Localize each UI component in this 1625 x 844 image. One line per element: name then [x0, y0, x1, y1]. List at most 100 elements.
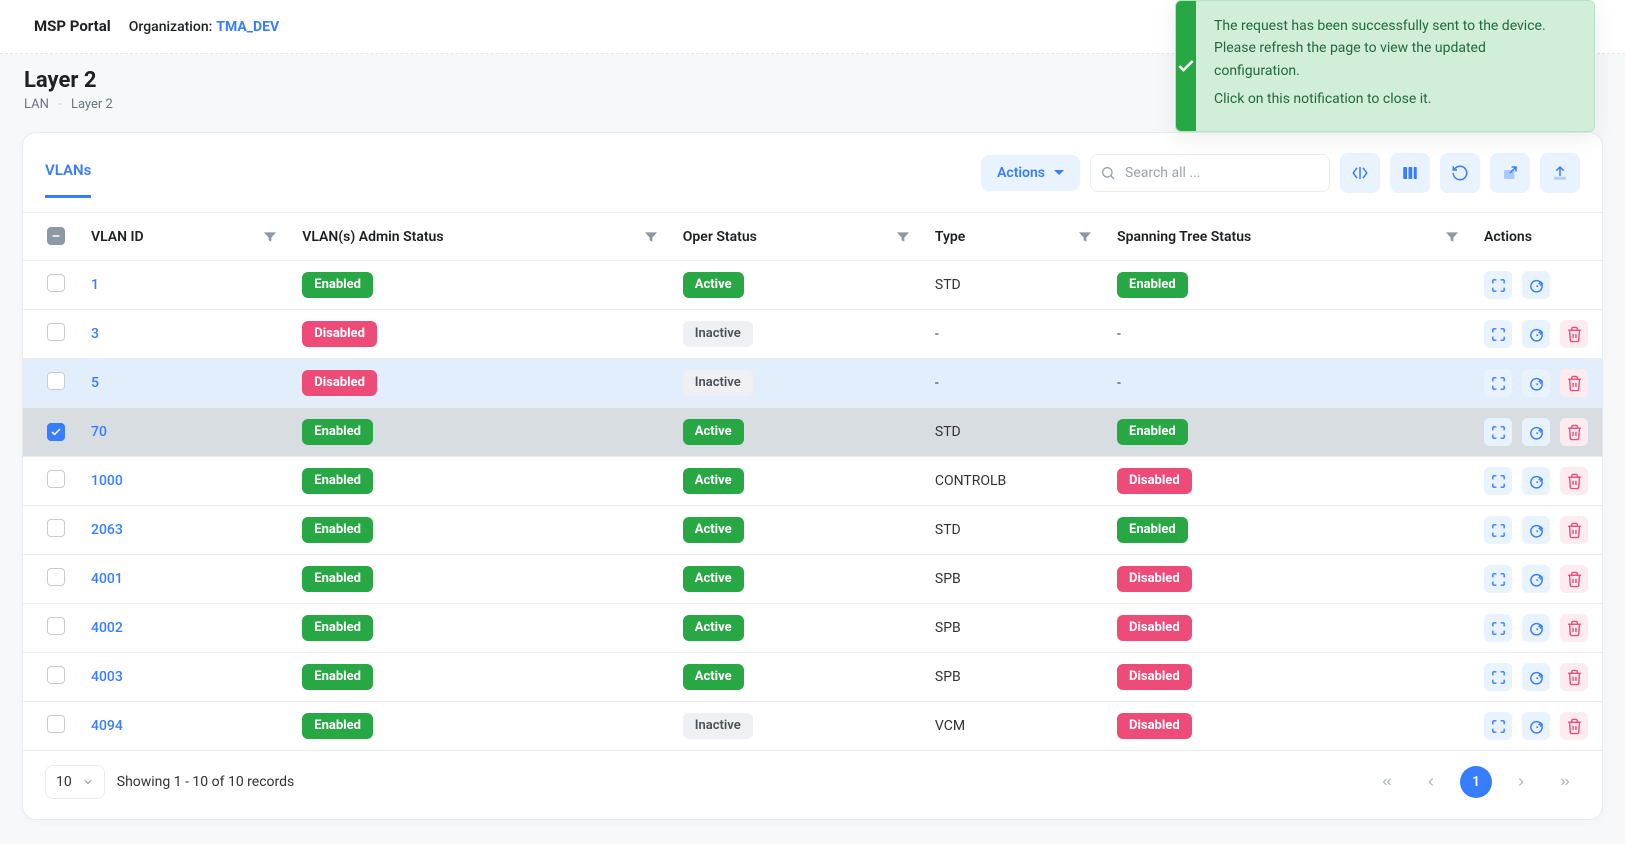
row-delete-button[interactable] — [1560, 320, 1588, 348]
row-edit-button[interactable] — [1522, 320, 1550, 348]
table-row[interactable]: 3 Disabled Inactive - - — [23, 310, 1602, 359]
table-row[interactable]: 1 Enabled Active STD Enabled — [23, 261, 1602, 310]
table-row[interactable]: 1000 Enabled Active CONTROLB Disabled — [23, 457, 1602, 506]
row-edit-button[interactable] — [1522, 418, 1550, 446]
col-oper-status[interactable]: Oper Status — [683, 229, 757, 245]
vlan-id-link[interactable]: 5 — [91, 375, 99, 391]
col-admin-status[interactable]: VLAN(s) Admin Status — [302, 229, 443, 245]
page-size-select[interactable]: 10 — [45, 765, 105, 799]
table-row[interactable]: 4002 Enabled Active SPB Disabled — [23, 604, 1602, 653]
row-expand-button[interactable] — [1484, 663, 1512, 691]
row-expand-button[interactable] — [1484, 565, 1512, 593]
table-row[interactable]: 4001 Enabled Active SPB Disabled — [23, 555, 1602, 604]
status-badge: Active — [683, 566, 744, 592]
row-expand-button[interactable] — [1484, 712, 1512, 740]
row-edit-button[interactable] — [1522, 565, 1550, 593]
export-button[interactable] — [1490, 153, 1530, 193]
filter-icon[interactable] — [1077, 229, 1093, 245]
cell-type: STD — [935, 277, 961, 293]
row-checkbox[interactable] — [47, 372, 65, 390]
breadcrumb-separator: - — [58, 97, 62, 112]
status-badge: Active — [683, 272, 744, 298]
table-row[interactable]: 2063 Enabled Active STD Enabled — [23, 506, 1602, 555]
row-delete-button[interactable] — [1560, 614, 1588, 642]
portal-name[interactable]: MSP Portal — [34, 17, 111, 35]
actions-dropdown[interactable]: Actions — [981, 155, 1080, 191]
row-checkbox[interactable] — [47, 715, 65, 733]
row-delete-button[interactable] — [1560, 467, 1588, 495]
filter-icon[interactable] — [262, 229, 278, 245]
upload-button[interactable] — [1540, 153, 1580, 193]
row-delete-button[interactable] — [1560, 516, 1588, 544]
columns-button[interactable] — [1390, 153, 1430, 193]
row-checkbox[interactable] — [47, 568, 65, 586]
search-input[interactable] — [1090, 154, 1330, 192]
vlan-id-link[interactable]: 4003 — [91, 669, 123, 685]
vlan-id-link[interactable]: 4001 — [91, 571, 123, 587]
table-footer: 10 Showing 1 - 10 of 10 records 1 — [23, 751, 1602, 799]
row-delete-button[interactable] — [1560, 565, 1588, 593]
pager-last[interactable] — [1550, 767, 1580, 797]
row-expand-button[interactable] — [1484, 418, 1512, 446]
tab-vlans[interactable]: VLANs — [45, 147, 91, 198]
row-expand-button[interactable] — [1484, 614, 1512, 642]
pagination: 1 — [1372, 766, 1580, 798]
page-size-value: 10 — [56, 774, 72, 790]
filter-icon[interactable] — [1444, 229, 1460, 245]
table-row[interactable]: 70 Enabled Active STD Enabled — [23, 408, 1602, 457]
row-delete-button[interactable] — [1560, 712, 1588, 740]
row-checkbox[interactable] — [47, 666, 65, 684]
success-toast[interactable]: The request has been successfully sent t… — [1175, 0, 1595, 132]
pager-page-current[interactable]: 1 — [1460, 766, 1492, 798]
cell-type: VCM — [935, 718, 965, 734]
row-edit-button[interactable] — [1522, 467, 1550, 495]
vlan-id-link[interactable]: 1 — [91, 277, 99, 293]
vlan-id-link[interactable]: 3 — [91, 326, 99, 342]
col-vlan-id[interactable]: VLAN ID — [91, 229, 144, 245]
row-edit-button[interactable] — [1522, 712, 1550, 740]
table-row[interactable]: 4003 Enabled Active SPB Disabled — [23, 653, 1602, 702]
table-row[interactable]: 5 Disabled Inactive - - — [23, 359, 1602, 408]
row-edit-button[interactable] — [1522, 516, 1550, 544]
row-expand-button[interactable] — [1484, 467, 1512, 495]
row-expand-button[interactable] — [1484, 369, 1512, 397]
breadcrumb-item[interactable]: LAN — [24, 97, 49, 112]
row-expand-button[interactable] — [1484, 320, 1512, 348]
check-icon — [1176, 1, 1196, 131]
select-all-checkbox[interactable] — [47, 227, 65, 245]
status-badge: Enabled — [302, 517, 373, 543]
pager-next[interactable] — [1506, 767, 1536, 797]
row-checkbox[interactable] — [47, 617, 65, 635]
vlan-id-link[interactable]: 1000 — [91, 473, 123, 489]
vlan-id-link[interactable]: 4094 — [91, 718, 123, 734]
table-row[interactable]: 4094 Enabled Inactive VCM Disabled — [23, 702, 1602, 751]
status-badge: Disabled — [1117, 468, 1192, 494]
refresh-button[interactable] — [1440, 153, 1480, 193]
filter-icon[interactable] — [895, 229, 911, 245]
expand-columns-button[interactable] — [1340, 153, 1380, 193]
row-delete-button[interactable] — [1560, 369, 1588, 397]
row-checkbox[interactable] — [47, 274, 65, 292]
cell-type: CONTROLB — [935, 473, 1006, 489]
pager-prev[interactable] — [1416, 767, 1446, 797]
row-expand-button[interactable] — [1484, 271, 1512, 299]
row-edit-button[interactable] — [1522, 614, 1550, 642]
row-edit-button[interactable] — [1522, 663, 1550, 691]
organization-link[interactable]: TMA_DEV — [216, 19, 279, 35]
col-type[interactable]: Type — [935, 229, 965, 245]
row-delete-button[interactable] — [1560, 418, 1588, 446]
row-checkbox[interactable] — [47, 423, 65, 441]
vlan-id-link[interactable]: 4002 — [91, 620, 123, 636]
row-edit-button[interactable] — [1522, 369, 1550, 397]
vlan-id-link[interactable]: 2063 — [91, 522, 123, 538]
col-stp-status[interactable]: Spanning Tree Status — [1117, 229, 1251, 245]
row-checkbox[interactable] — [47, 470, 65, 488]
vlan-id-link[interactable]: 70 — [91, 424, 107, 440]
row-delete-button[interactable] — [1560, 663, 1588, 691]
filter-icon[interactable] — [643, 229, 659, 245]
pager-first[interactable] — [1372, 767, 1402, 797]
row-expand-button[interactable] — [1484, 516, 1512, 544]
row-checkbox[interactable] — [47, 519, 65, 537]
row-checkbox[interactable] — [47, 323, 65, 341]
row-edit-button[interactable] — [1522, 271, 1550, 299]
